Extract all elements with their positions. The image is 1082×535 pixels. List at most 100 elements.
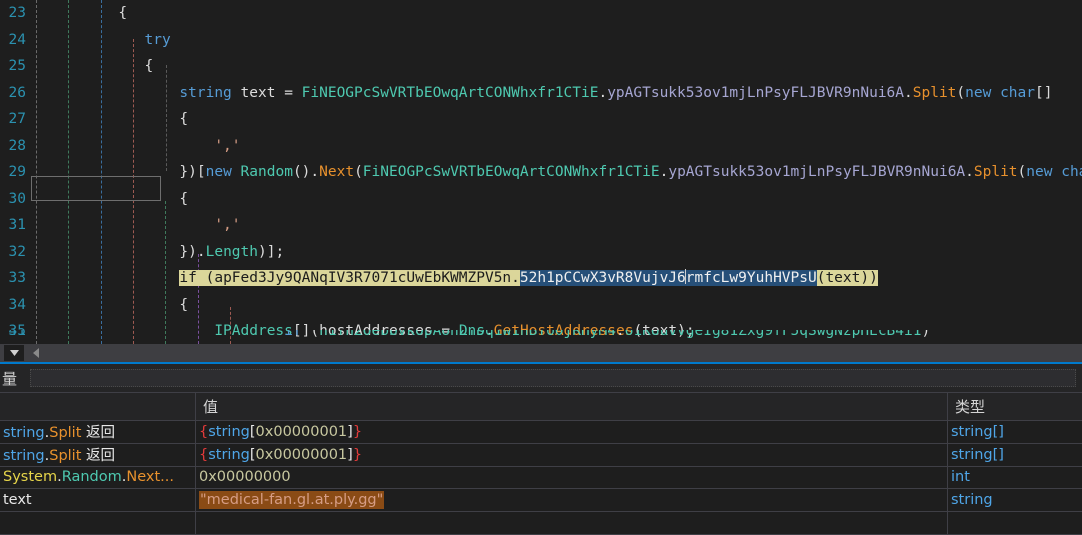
code-line[interactable]: 25 { bbox=[0, 53, 1082, 80]
value-token: 返回 bbox=[81, 448, 115, 464]
scrollbar-dropdown-button[interactable] bbox=[4, 345, 24, 361]
keyword-new: new bbox=[206, 164, 232, 180]
value-token: 0x00000001 bbox=[256, 424, 348, 440]
table-row[interactable]: System.Random.Next...0x00000000 int bbox=[0, 466, 1082, 489]
line-content: { bbox=[31, 0, 127, 27]
line-number: 30 bbox=[0, 186, 26, 213]
code-line[interactable]: 31 ',' bbox=[0, 212, 1082, 239]
editor-horizontal-scrollbar[interactable] bbox=[0, 344, 1082, 364]
code-line[interactable]: 27 { bbox=[0, 106, 1082, 133]
scrollbar-left-arrow[interactable] bbox=[28, 345, 44, 361]
value-token: { bbox=[199, 447, 208, 463]
watch-value: "medical-fan.gl.at.ply.gg" bbox=[199, 491, 384, 509]
visual-studio-debug-window: 23 { 24 try 25 { 26 string text = FiNEOG… bbox=[0, 0, 1082, 517]
code-line-current[interactable]: 33 if (apFed3Jy9QANqIV3R7071cUwEbKWMZPV5… bbox=[0, 265, 1082, 292]
code-editor[interactable]: 23 { 24 try 25 { 26 string text = FiNEOG… bbox=[0, 0, 1082, 344]
value-token: string bbox=[208, 424, 250, 440]
char-literal: ',' bbox=[214, 217, 240, 233]
brace-close-bracket: })[ bbox=[179, 164, 205, 180]
watch-panel-toolbar: 量 bbox=[0, 364, 1082, 393]
code-line[interactable]: 32 }).Length)]; bbox=[0, 239, 1082, 266]
code-line[interactable]: 41 if (n1fh2OebbVkOpAUhZTDq1W1nBYo0jRHyM… bbox=[0, 330, 70, 344]
line-content: }).Length)]; bbox=[31, 239, 284, 266]
value-token: System bbox=[3, 469, 57, 485]
value-token: string bbox=[3, 448, 45, 464]
line-number: 28 bbox=[0, 133, 26, 160]
class-random: Random bbox=[241, 164, 293, 180]
value-token: string bbox=[208, 447, 250, 463]
class-identifier: FiNEOGPcSwVRTbEOwqArtCONWhxfr1CTiE bbox=[363, 164, 660, 180]
value-token: text bbox=[3, 492, 32, 508]
watch-value-cell[interactable] bbox=[196, 512, 948, 535]
watch-table-body: string.Split 返回{string[0x00000001]}strin… bbox=[0, 421, 1082, 535]
code-line[interactable]: 34 { bbox=[0, 292, 1082, 319]
code-line[interactable]: 28 ',' bbox=[0, 133, 1082, 160]
object-identifier: apFed3Jy9QANqIV3R7071cUwEbKWMZPV5n bbox=[214, 270, 511, 286]
watch-type-cell bbox=[948, 512, 1082, 535]
column-header-name[interactable] bbox=[0, 393, 196, 421]
brace-open: { bbox=[179, 297, 188, 313]
line-content: { bbox=[31, 186, 188, 213]
brace-open: { bbox=[179, 111, 188, 127]
method-split: Split bbox=[913, 85, 957, 101]
selected-text-a[interactable]: 52h1pCCwX3vR8VujvJ6 bbox=[520, 270, 686, 286]
line-content: { bbox=[31, 106, 188, 133]
table-row[interactable]: text "medical-fan.gl.at.ply.gg" string bbox=[0, 489, 1082, 512]
method-identifier: 61KUuvvgeIg81Zxg9fF5qSwgNzpHEcB4i1 bbox=[625, 330, 922, 339]
table-row[interactable]: string.Split 返回{string[0x00000001]}strin… bbox=[0, 421, 1082, 444]
watch-type-cell: string[] bbox=[948, 443, 1082, 466]
watch-type: string bbox=[951, 492, 993, 508]
line-number: 27 bbox=[0, 106, 26, 133]
code-line[interactable]: 30 { bbox=[0, 186, 1082, 213]
watch-type-cell: string[] bbox=[948, 421, 1082, 444]
watch-value-cell[interactable]: 0x00000000 bbox=[196, 466, 948, 489]
watch-name-cell[interactable]: text bbox=[0, 489, 196, 512]
method-next: Next bbox=[319, 164, 354, 180]
watch-name-cell[interactable]: string.Split 返回 bbox=[0, 421, 196, 444]
table-row[interactable]: string.Split 返回{string[0x00000001]}strin… bbox=[0, 443, 1082, 466]
column-header-type[interactable]: 类型 bbox=[948, 393, 1082, 421]
line-content: ',' bbox=[31, 212, 241, 239]
watch-table-head: 值 类型 bbox=[0, 393, 1082, 421]
watch-name-cell[interactable]: System.Random.Next... bbox=[0, 466, 196, 489]
watch-value: 0x00000000 bbox=[199, 469, 291, 485]
watch-value-cell[interactable]: "medical-fan.gl.at.ply.gg" bbox=[196, 489, 948, 512]
keyword-try: try bbox=[145, 32, 171, 48]
watch-name-cell[interactable]: string.Split 返回 bbox=[0, 443, 196, 466]
line-number: 31 bbox=[0, 212, 26, 239]
watch-header-row: 值 类型 bbox=[0, 393, 1082, 421]
watch-value: {string[0x00000001]} bbox=[199, 424, 362, 440]
watch-value-cell[interactable]: {string[0x00000001]} bbox=[196, 421, 948, 444]
chevron-down-icon bbox=[10, 350, 19, 356]
watch-search-input[interactable] bbox=[30, 369, 1076, 387]
line-number: 33 bbox=[0, 265, 26, 292]
value-token: 返回 bbox=[81, 425, 115, 441]
watch-value-cell[interactable]: {string[0x00000001]} bbox=[196, 443, 948, 466]
value-token: 0x00000001 bbox=[256, 447, 348, 463]
code-line[interactable]: 24 try bbox=[0, 27, 1082, 54]
table-row-empty[interactable] bbox=[0, 512, 1082, 535]
value-token: { bbox=[199, 424, 208, 440]
code-line[interactable]: 26 string text = FiNEOGPcSwVRTbEOwqArtCO… bbox=[0, 80, 1082, 107]
keyword-new: new bbox=[965, 85, 991, 101]
keyword-if: if bbox=[179, 270, 196, 286]
value-token: Split bbox=[49, 448, 81, 464]
selected-text-b[interactable]: rmfcLw9YuhHVPsU bbox=[686, 270, 817, 286]
line-number: 34 bbox=[0, 292, 26, 319]
code-line[interactable]: 23 { bbox=[0, 0, 1082, 27]
line-number: 41 bbox=[0, 330, 26, 344]
line-tail: )]; bbox=[258, 244, 284, 260]
watch-name-cell[interactable] bbox=[0, 512, 196, 535]
column-header-value[interactable]: 值 bbox=[196, 393, 948, 421]
watch-type: string[] bbox=[951, 447, 1004, 463]
class-identifier: FiNEOGPcSwVRTbEOwqArtCONWhxfr1CTiE bbox=[302, 85, 599, 101]
line-content: string text = FiNEOGPcSwVRTbEOwqArtCONWh… bbox=[31, 80, 1052, 107]
line-content: })[new Random().Next(FiNEOGPcSwVRTbEOwqA… bbox=[31, 159, 1082, 186]
find-highlight-tail: (text)) bbox=[817, 270, 878, 286]
value-token: string bbox=[3, 425, 45, 441]
watch-type-cell: int bbox=[948, 466, 1082, 489]
code-line[interactable]: 29 })[new Random().Next(FiNEOGPcSwVRTbEO… bbox=[0, 159, 1082, 186]
watch-type: string[] bbox=[951, 424, 1004, 440]
value-token: "medical-fan.gl.at.ply.gg" bbox=[200, 492, 383, 508]
operator-assign: = bbox=[284, 85, 293, 101]
